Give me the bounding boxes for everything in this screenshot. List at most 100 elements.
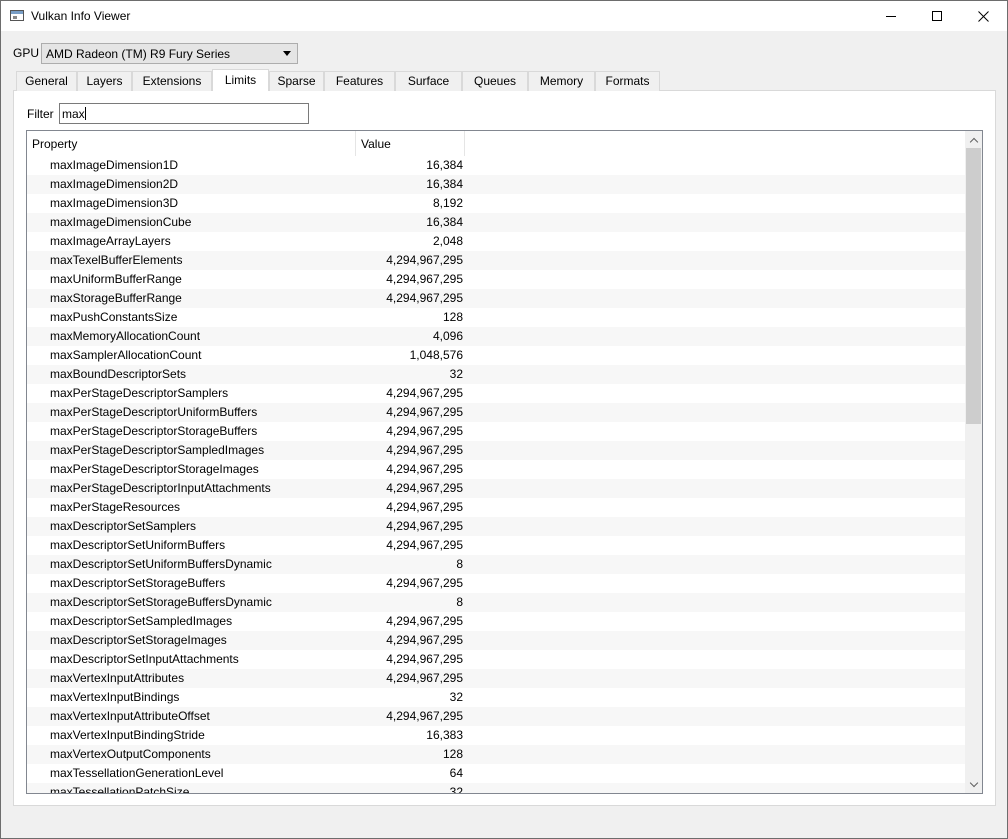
table-row[interactable]: maxPerStageDescriptorUniformBuffers 4,294… — [27, 403, 967, 422]
scroll-up-button[interactable] — [965, 131, 982, 148]
table-row[interactable]: maxDescriptorSetUniformBuffers 4,294,967,… — [27, 536, 967, 555]
tab-formats[interactable]: Formats — [595, 71, 660, 91]
value-cell: 32 — [449, 690, 463, 704]
value-cell: 16,383 — [426, 728, 463, 742]
minimize-button[interactable] — [868, 1, 914, 31]
gpu-select-value: AMD Radeon (TM) R9 Fury Series — [46, 47, 231, 61]
table-row[interactable]: maxPerStageDescriptorSampledImages 4,294,… — [27, 441, 967, 460]
gpu-select[interactable]: AMD Radeon (TM) R9 Fury Series — [41, 43, 298, 64]
limits-list[interactable]: Property Value maxImageDimension1D 16,384… — [26, 130, 983, 794]
column-header-value[interactable]: Value — [356, 131, 465, 156]
value-cell: 8 — [456, 557, 463, 571]
property-cell: maxVertexOutputComponents — [50, 747, 211, 761]
value-cell: 4,294,967,295 — [386, 386, 463, 400]
value-cell: 16,384 — [426, 177, 463, 191]
property-cell: maxSamplerAllocationCount — [50, 348, 202, 362]
chevron-down-icon — [969, 778, 978, 787]
property-cell: maxVertexInputAttributeOffset — [50, 709, 210, 723]
filter-input[interactable]: max — [59, 103, 309, 124]
property-cell: maxDescriptorSetInputAttachments — [50, 652, 239, 666]
table-row[interactable]: maxVertexOutputComponents 128 — [27, 745, 967, 764]
property-cell: maxImageDimension1D — [50, 158, 179, 172]
maximize-icon — [932, 11, 942, 21]
scroll-down-button[interactable] — [965, 776, 982, 793]
close-button[interactable] — [960, 1, 1006, 31]
value-cell: 32 — [449, 785, 463, 794]
table-row[interactable]: maxTexelBufferElements 4,294,967,295 — [27, 251, 967, 270]
close-icon — [977, 10, 989, 22]
title-bar[interactable]: Vulkan Info Viewer — [1, 1, 1007, 31]
property-cell: maxDescriptorSetStorageBuffersDynamic — [50, 595, 272, 609]
property-cell: maxDescriptorSetUniformBuffers — [50, 538, 226, 552]
table-row[interactable]: maxTessellationGenerationLevel 64 — [27, 764, 967, 783]
column-header-property[interactable]: Property — [27, 131, 356, 156]
limits-panel: Filter max Property Value maxImageDimens… — [13, 90, 996, 806]
value-cell: 16,384 — [426, 215, 463, 229]
tab-general[interactable]: General — [16, 71, 77, 91]
tab-sparse[interactable]: Sparse — [269, 71, 324, 91]
table-row[interactable]: maxImageDimension1D 16,384 — [27, 156, 967, 175]
tab-surface[interactable]: Surface — [395, 71, 462, 91]
property-cell: maxPerStageResources — [50, 500, 181, 514]
scrollbar-thumb[interactable] — [966, 148, 981, 424]
table-row[interactable]: maxDescriptorSetStorageImages 4,294,967,2… — [27, 631, 967, 650]
table-row[interactable]: maxPerStageDescriptorSamplers 4,294,967,2… — [27, 384, 967, 403]
table-row[interactable]: maxStorageBufferRange 4,294,967,295 — [27, 289, 967, 308]
value-cell: 4,294,967,295 — [386, 443, 463, 457]
table-row[interactable]: maxBoundDescriptorSets 32 — [27, 365, 967, 384]
value-cell: 4,294,967,295 — [386, 576, 463, 590]
value-cell: 4,294,967,295 — [386, 538, 463, 552]
list-header: Property Value — [27, 131, 967, 156]
property-cell: maxImageDimension3D — [50, 196, 179, 210]
table-row[interactable]: maxVertexInputAttributes 4,294,967,295 — [27, 669, 967, 688]
tab-memory[interactable]: Memory — [528, 71, 595, 91]
filter-label: Filter — [27, 107, 54, 121]
table-row[interactable]: maxDescriptorSetSampledImages 4,294,967,2… — [27, 612, 967, 631]
value-cell: 32 — [449, 367, 463, 381]
table-row[interactable]: maxDescriptorSetInputAttachments 4,294,96… — [27, 650, 967, 669]
property-cell: maxDescriptorSetUniformBuffersDynamic — [50, 557, 272, 571]
table-row[interactable]: maxPerStageDescriptorInputAttachments 4,2… — [27, 479, 967, 498]
table-row[interactable]: maxVertexInputBindings 32 — [27, 688, 967, 707]
property-cell: maxPushConstantsSize — [50, 310, 178, 324]
table-row[interactable]: maxImageDimensionCube 16,384 — [27, 213, 967, 232]
property-cell: maxMemoryAllocationCount — [50, 329, 201, 343]
table-row[interactable]: maxPushConstantsSize 128 — [27, 308, 967, 327]
table-row[interactable]: maxImageArrayLayers 2,048 — [27, 232, 967, 251]
tab-queues[interactable]: Queues — [462, 71, 528, 91]
maximize-button[interactable] — [914, 1, 960, 31]
table-row[interactable]: maxDescriptorSetUniformBuffersDynamic 8 — [27, 555, 967, 574]
property-cell: maxVertexInputBindingStride — [50, 728, 205, 742]
filter-input-value: max — [62, 107, 85, 121]
value-cell: 4,294,967,295 — [386, 405, 463, 419]
table-row[interactable]: maxTessellationPatchSize 32 — [27, 783, 967, 794]
vertical-scrollbar[interactable] — [965, 131, 982, 793]
minimize-icon — [886, 15, 896, 17]
value-cell: 4,294,967,295 — [386, 614, 463, 628]
table-row[interactable]: maxPerStageDescriptorStorageBuffers 4,294… — [27, 422, 967, 441]
table-row[interactable]: maxMemoryAllocationCount 4,096 — [27, 327, 967, 346]
tab-layers[interactable]: Layers — [77, 71, 132, 91]
window-title: Vulkan Info Viewer — [31, 9, 131, 23]
tab-features[interactable]: Features — [324, 71, 395, 91]
property-cell: maxDescriptorSetSampledImages — [50, 614, 233, 628]
value-cell: 64 — [449, 766, 463, 780]
table-row[interactable]: maxDescriptorSetStorageBuffersDynamic 8 — [27, 593, 967, 612]
table-row[interactable]: maxImageDimension2D 16,384 — [27, 175, 967, 194]
table-row[interactable]: maxDescriptorSetSamplers 4,294,967,295 — [27, 517, 967, 536]
property-cell: maxPerStageDescriptorSampledImages — [50, 443, 265, 457]
table-row[interactable]: maxVertexInputBindingStride 16,383 — [27, 726, 967, 745]
table-row[interactable]: maxPerStageResources 4,294,967,295 — [27, 498, 967, 517]
table-row[interactable]: maxUniformBufferRange 4,294,967,295 — [27, 270, 967, 289]
value-cell: 8,192 — [432, 196, 463, 210]
table-row[interactable]: maxDescriptorSetStorageBuffers 4,294,967,… — [27, 574, 967, 593]
property-cell: maxStorageBufferRange — [50, 291, 182, 305]
table-row[interactable]: maxImageDimension3D 8,192 — [27, 194, 967, 213]
table-row[interactable]: maxPerStageDescriptorStorageImages 4,294,… — [27, 460, 967, 479]
table-row[interactable]: maxSamplerAllocationCount 1,048,576 — [27, 346, 967, 365]
tab-extensions[interactable]: Extensions — [132, 71, 212, 91]
tab-limits[interactable]: Limits — [212, 69, 269, 91]
value-cell: 4,294,967,295 — [386, 652, 463, 666]
property-cell: maxImageDimension2D — [50, 177, 179, 191]
table-row[interactable]: maxVertexInputAttributeOffset 4,294,967,2… — [27, 707, 967, 726]
